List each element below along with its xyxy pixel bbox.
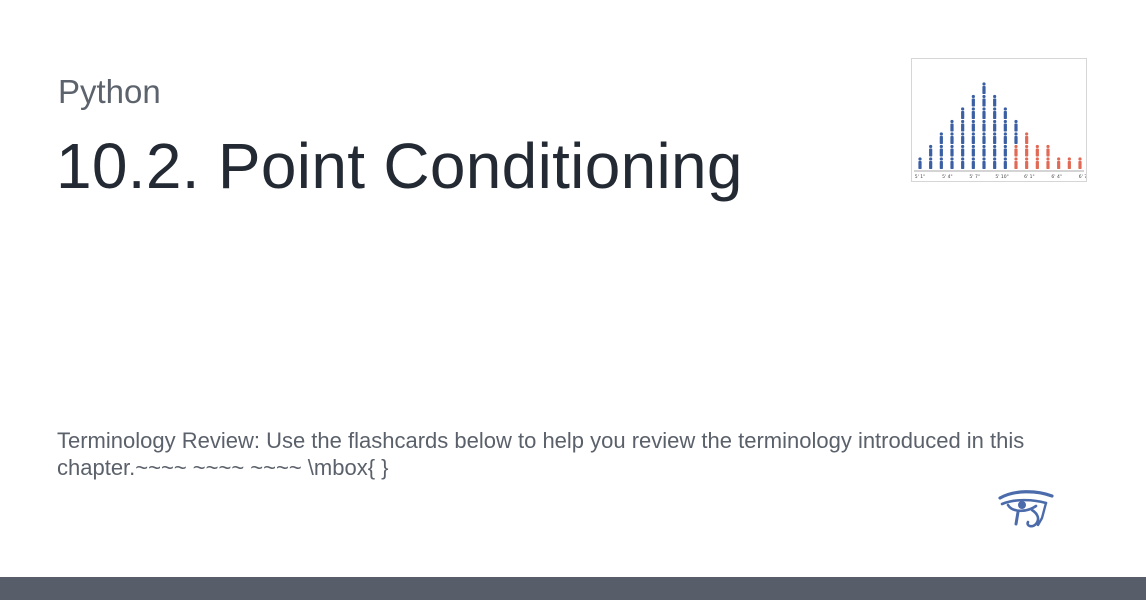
height-distribution-figure: 5' 1" 5' 4" 5' 7" 5' 10" 6' 1" 6' 4" 6' 7" <box>914 82 1086 180</box>
page-description: Terminology Review: Use the flashcards b… <box>57 428 1025 480</box>
person-figure <box>961 157 965 169</box>
thumbnail-tick-label: 5' 4" <box>942 174 952 180</box>
person-figure <box>950 144 954 157</box>
person-figure <box>1014 119 1018 132</box>
person-figure <box>971 132 975 144</box>
person-figure <box>971 107 975 119</box>
person-figure <box>950 119 954 132</box>
person-figure <box>961 132 965 144</box>
page-title: 10.2. Point Conditioning <box>56 130 743 202</box>
person-figure <box>971 157 975 169</box>
person-figure <box>971 94 975 107</box>
person-figure <box>1067 157 1071 169</box>
person-figure <box>993 119 997 132</box>
thumbnail-tick-label: 5' 1" <box>915 174 925 180</box>
person-figure <box>993 94 997 107</box>
person-figure <box>1035 144 1039 157</box>
person-figure <box>961 119 965 132</box>
person-figure <box>939 132 943 144</box>
person-figure <box>982 144 986 157</box>
person-figure <box>982 157 986 169</box>
person-figure <box>1078 157 1082 169</box>
person-figure <box>1003 157 1007 169</box>
person-figure <box>950 132 954 144</box>
person-figure <box>971 144 975 157</box>
person-figure <box>1014 157 1018 169</box>
person-figure <box>1003 144 1007 157</box>
thumbnail-image: 5' 1" 5' 4" 5' 7" 5' 10" 6' 1" 6' 4" 6' 7" <box>911 58 1087 182</box>
person-figure <box>993 157 997 169</box>
thumbnail-tick-label: 5' 7" <box>969 174 979 180</box>
person-figure <box>961 107 965 119</box>
person-figure <box>1003 132 1007 144</box>
person-figure <box>1003 107 1007 119</box>
thumbnail-tick-label: 6' 1" <box>1024 174 1034 180</box>
person-figure <box>1014 144 1018 157</box>
person-figure <box>1046 144 1050 157</box>
person-figure <box>982 132 986 144</box>
footer-bar <box>0 577 1146 600</box>
person-figure <box>993 144 997 157</box>
person-figure <box>993 107 997 119</box>
person-figure <box>1025 132 1029 144</box>
social-card: Python 10.2. Point Conditioning 5' 1" 5' … <box>0 0 1146 600</box>
person-figure <box>961 144 965 157</box>
thumbnail-tick-label: 5' 10" <box>995 174 1008 180</box>
site-name: Python <box>58 73 161 110</box>
person-figure <box>939 144 943 157</box>
person-figure <box>1025 157 1029 169</box>
person-figure <box>1003 119 1007 132</box>
person-figure <box>918 157 922 169</box>
person-figure <box>982 107 986 119</box>
person-figure <box>1025 144 1029 157</box>
eye-of-horus-icon <box>996 488 1056 532</box>
person-figure <box>971 119 975 132</box>
person-figure <box>1014 132 1018 144</box>
person-figure <box>1057 157 1061 169</box>
person-figure <box>929 144 933 157</box>
person-figure <box>939 157 943 169</box>
person-figure <box>993 132 997 144</box>
person-figure <box>982 94 986 107</box>
person-figure <box>1046 157 1050 169</box>
person-figure <box>982 82 986 94</box>
person-figure <box>929 157 933 169</box>
person-figure <box>1035 157 1039 169</box>
person-figure <box>950 157 954 169</box>
person-figure <box>982 119 986 132</box>
thumbnail-tick-label: 6' 4" <box>1051 174 1061 180</box>
thumbnail-tick-label: 6' 7" <box>1079 174 1086 180</box>
